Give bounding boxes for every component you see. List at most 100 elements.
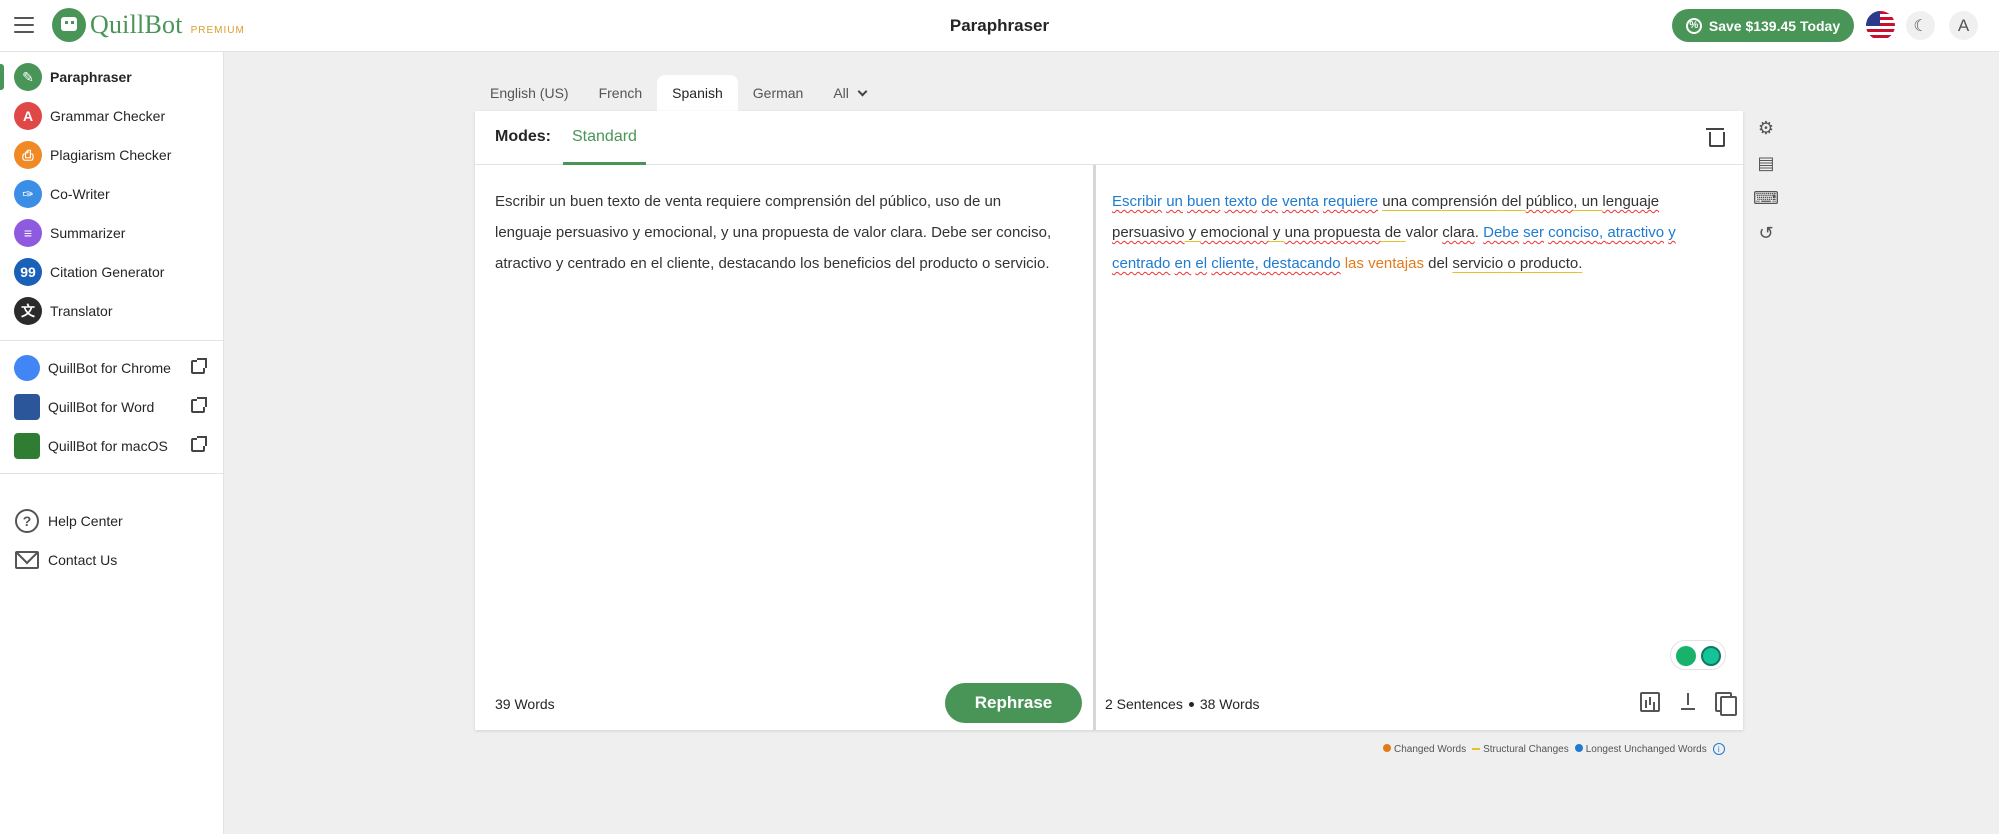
output-token[interactable]: una propuesta (1285, 224, 1381, 241)
sidebar-item-quillbot-for-macos[interactable]: QuillBot for macOS (0, 427, 224, 465)
output-token[interactable]: clara (1442, 224, 1475, 241)
summarizer-icon: ≡ (14, 219, 42, 247)
output-token[interactable]: destacando (1263, 255, 1341, 272)
menu-icon[interactable] (14, 17, 34, 33)
pane-divider[interactable] (1093, 165, 1096, 730)
sidebar-item-quillbot-for-word[interactable]: QuillBot for Word (0, 388, 224, 426)
dark-mode-toggle[interactable]: ☾ (1906, 11, 1935, 40)
plagiarism-checker-icon: ⎙ (14, 141, 42, 169)
color-legend: Changed Words Structural Changes Longest… (1383, 743, 1725, 755)
tab-spanish[interactable]: Spanish (657, 75, 738, 111)
sidebar-item-paraphraser[interactable]: ✎ Paraphraser (0, 58, 224, 96)
quillbot-assistant-icon[interactable] (1676, 646, 1696, 666)
moon-icon: ☾ (1913, 17, 1928, 35)
us-flag-icon[interactable] (1866, 11, 1895, 40)
sidebar-item-label: Citation Generator (50, 264, 165, 280)
history-icon[interactable]: ↺ (1755, 222, 1777, 244)
output-token[interactable]: y (1185, 224, 1201, 241)
output-token[interactable]: las (1345, 255, 1364, 272)
output-token[interactable]: buen (1187, 193, 1220, 210)
writing-assistant-badges[interactable] (1670, 640, 1726, 670)
bar-chart-icon[interactable] (1640, 692, 1660, 712)
sidebar-item-citation-generator[interactable]: 99 Citation Generator (0, 253, 224, 291)
output-token[interactable]: de (1381, 224, 1406, 241)
grammar-checker-icon: A (14, 102, 42, 130)
mode-standard[interactable]: Standard (563, 111, 646, 165)
help-icon: ? (15, 509, 39, 533)
output-token[interactable]: atractivo (1607, 224, 1664, 241)
output-token[interactable]: público (1526, 193, 1574, 210)
info-icon[interactable]: i (1712, 743, 1725, 755)
sidebar-item-grammar-checker[interactable]: A Grammar Checker (0, 97, 224, 135)
output-token[interactable]: lenguaje (1602, 193, 1659, 210)
sidebar-item-plagiarism-checker[interactable]: ⎙ Plagiarism Checker (0, 136, 224, 174)
output-token[interactable]: un (1166, 193, 1183, 210)
rephrase-button[interactable]: Rephrase (945, 683, 1082, 723)
brand-name: QuillBot (90, 10, 183, 39)
output-token[interactable]: del (1497, 193, 1525, 210)
trash-icon[interactable] (1706, 128, 1725, 147)
sidebar-item-help-center[interactable]: ? Help Center (0, 502, 224, 540)
keyboard-icon[interactable]: ⌨ (1753, 187, 1779, 209)
top-bar: QuillBot PREMIUM Paraphraser % Save $139… (0, 0, 1999, 52)
sidebar-item-summarizer[interactable]: ≡ Summarizer (0, 214, 224, 252)
output-token[interactable]: producto (1520, 255, 1578, 272)
output-token[interactable]: cliente (1211, 255, 1254, 272)
output-token[interactable]: emocional (1200, 224, 1268, 241)
output-token[interactable]: . (1578, 255, 1582, 272)
output-token[interactable]: texto (1225, 193, 1258, 210)
avatar[interactable]: A (1949, 11, 1978, 40)
output-token[interactable]: ser (1523, 224, 1544, 241)
grammarly-icon[interactable] (1701, 646, 1721, 666)
output-token: valor (1405, 224, 1439, 241)
output-token[interactable]: , (1255, 255, 1263, 272)
external-link-icon (191, 358, 207, 374)
output-token[interactable]: ventajas (1368, 255, 1424, 272)
output-token[interactable]: requiere (1323, 193, 1378, 210)
sidebar-item-contact-us[interactable]: Contact Us (0, 541, 224, 579)
input-text-area[interactable]: Escribir un buen texto de venta requiere… (495, 186, 1057, 279)
output-token[interactable]: centrado (1112, 255, 1170, 272)
tab-french[interactable]: French (584, 75, 658, 111)
legend-unchanged: Longest Unchanged Words (1574, 743, 1707, 755)
output-token[interactable]: venta (1282, 193, 1319, 210)
output-token[interactable]: el (1195, 255, 1207, 272)
output-text-area[interactable]: Escribir un buen texto de venta requiere… (1112, 186, 1724, 279)
sidebar-item-quillbot-for-chrome[interactable]: QuillBot for Chrome (0, 349, 224, 387)
output-token[interactable]: servicio (1452, 255, 1503, 272)
sidebar-item-translator[interactable]: 文 Translator (0, 292, 224, 330)
output-token: . (1474, 224, 1484, 241)
settings-gear-icon[interactable]: ⚙ (1755, 117, 1777, 139)
external-link-icon (191, 436, 207, 452)
co-writer-icon: ✑ (14, 180, 42, 208)
output-token[interactable]: conciso (1548, 224, 1599, 241)
copy-icon[interactable] (1715, 692, 1737, 716)
output-token[interactable]: de (1261, 193, 1278, 210)
output-token[interactable]: una comprensión (1382, 193, 1497, 210)
sidebar-item-label: Summarizer (50, 225, 126, 241)
output-token[interactable]: , un (1573, 193, 1602, 210)
external-link-icon (191, 397, 207, 413)
sidebar-item-label: QuillBot for Word (48, 399, 155, 415)
output-word-count: 38 Words (1199, 696, 1260, 712)
sidebar-divider (0, 340, 224, 341)
tab-german[interactable]: German (738, 75, 819, 111)
save-offer-button[interactable]: % Save $139.45 Today (1672, 9, 1854, 42)
output-token[interactable]: y (1668, 224, 1676, 241)
quillbot-logo[interactable]: QuillBot PREMIUM (52, 8, 245, 42)
output-token[interactable]: Escribir (1112, 193, 1162, 210)
download-icon[interactable] (1678, 692, 1698, 712)
comment-icon[interactable]: ▤ (1755, 152, 1777, 174)
modes-label: Modes: (495, 128, 551, 145)
sidebar-item-label: Grammar Checker (50, 108, 166, 124)
output-token[interactable]: persuasivo (1112, 224, 1185, 241)
output-token[interactable]: y (1269, 224, 1285, 241)
output-token[interactable]: Debe (1483, 224, 1519, 241)
tab-english-us[interactable]: English (US) (475, 75, 584, 111)
modes-bar: Modes: Standard (475, 111, 1743, 165)
sidebar-item-label: Paraphraser (50, 69, 132, 85)
output-token[interactable]: o (1503, 255, 1520, 272)
sidebar-item-co-writer[interactable]: ✑ Co-Writer (0, 175, 224, 213)
tab-all-languages[interactable]: All (818, 75, 881, 111)
output-token[interactable]: en (1175, 255, 1192, 272)
